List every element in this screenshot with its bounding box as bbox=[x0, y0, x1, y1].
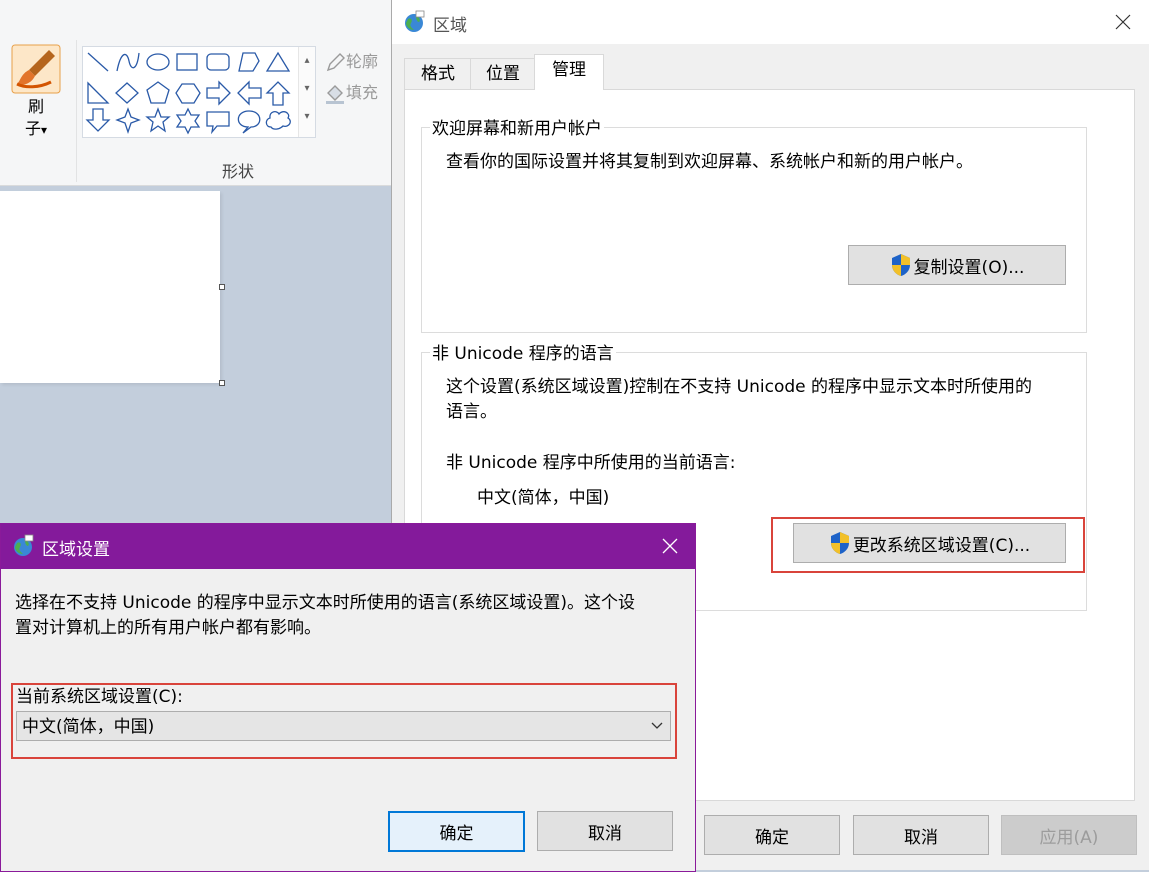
oval-shape-icon bbox=[146, 53, 170, 71]
pencil-icon bbox=[326, 52, 345, 71]
tab-formats[interactable]: 格式 bbox=[404, 58, 472, 89]
region-titlebar[interactable]: 区域 bbox=[392, 0, 1149, 44]
pentagon-shape-icon bbox=[146, 81, 170, 104]
brushes-label: 刷 子▾ bbox=[8, 96, 64, 141]
locale-description-line2: 置对计算机上的所有用户帐户都有影响。 bbox=[15, 618, 321, 638]
rounded-rectangle-shape-icon bbox=[206, 53, 230, 71]
hexagon-shape-icon bbox=[175, 83, 201, 104]
left-arrow-shape-icon bbox=[237, 80, 262, 106]
non-unicode-description-line1: 这个设置(系统区域设置)控制在不支持 Unicode 的程序中显示文本时所使用的 bbox=[446, 377, 1033, 397]
line-shape-icon bbox=[87, 52, 109, 72]
tab-location[interactable]: 位置 bbox=[470, 58, 536, 89]
locale-titlebar[interactable]: 区域设置 bbox=[1, 524, 695, 569]
uac-shield-icon bbox=[891, 254, 910, 276]
curve-shape-icon bbox=[116, 52, 140, 72]
canvas-resize-handle-corner[interactable] bbox=[219, 380, 225, 386]
five-point-star-shape-icon bbox=[145, 107, 171, 133]
locale-description: 选择在不支持 Unicode 的程序中显示文本时所使用的语言(系统区域设置)。这… bbox=[15, 591, 685, 641]
chevron-down-icon[interactable]: ▾ bbox=[41, 123, 47, 137]
close-icon[interactable] bbox=[1108, 8, 1138, 36]
paint-ribbon: 刷 子▾ ▴ ▾ ▾ 轮廓 填充 形状 bbox=[0, 0, 392, 186]
brushes-label-line2: 子 bbox=[24, 119, 41, 138]
copy-settings-button[interactable]: 复制设置(O)... bbox=[848, 245, 1066, 285]
locale-cancel-button[interactable]: 取消 bbox=[537, 811, 673, 851]
region-apply-button[interactable]: 应用(A) bbox=[1001, 815, 1137, 855]
welcome-group-title: 欢迎屏幕和新用户帐户 bbox=[430, 114, 604, 139]
system-locale-select[interactable]: 中文(简体，中国) bbox=[16, 711, 671, 741]
drawing-canvas[interactable] bbox=[0, 191, 220, 383]
region-dialog-title: 区域 bbox=[433, 16, 467, 36]
non-unicode-description: 这个设置(系统区域设置)控制在不支持 Unicode 的程序中显示文本时所使用的… bbox=[446, 375, 1032, 425]
paint-bucket-icon bbox=[326, 84, 344, 104]
canvas-resize-handle-right[interactable] bbox=[219, 284, 225, 290]
region-ok-button[interactable]: 确定 bbox=[704, 815, 840, 855]
right-arrow-shape-icon bbox=[206, 80, 231, 106]
tab-administrative[interactable]: 管理 bbox=[534, 54, 604, 90]
shapes-gallery[interactable]: ▴ ▾ ▾ bbox=[82, 46, 316, 138]
gallery-more-icon[interactable]: ▾ bbox=[299, 103, 315, 131]
scroll-down-icon[interactable]: ▾ bbox=[299, 75, 315, 103]
shapes-group-label: 形状 bbox=[222, 162, 255, 181]
cloud-callout-shape-icon bbox=[265, 111, 291, 130]
current-language-value: 中文(简体，中国) bbox=[477, 488, 610, 508]
uac-shield-icon bbox=[830, 532, 849, 554]
four-point-star-shape-icon bbox=[115, 107, 141, 135]
shape-fill-label: 填充 bbox=[346, 83, 379, 102]
system-locale-dialog: 区域设置 选择在不支持 Unicode 的程序中显示文本时所使用的语言(系统区域… bbox=[0, 523, 696, 872]
welcome-group-description: 查看你的国际设置并将其复制到欢迎屏幕、系统帐户和新的用户帐户。 bbox=[446, 152, 973, 172]
triangle-shape-icon bbox=[265, 51, 291, 72]
locale-ok-button[interactable]: 确定 bbox=[388, 811, 525, 852]
shape-outline-label: 轮廓 bbox=[346, 52, 379, 71]
current-language-label: 非 Unicode 程序中所使用的当前语言: bbox=[446, 453, 736, 473]
rectangle-shape-icon bbox=[176, 53, 198, 71]
right-triangle-shape-icon bbox=[87, 81, 110, 104]
down-arrow-shape-icon bbox=[85, 108, 111, 132]
locale-description-line1: 选择在不支持 Unicode 的程序中显示文本时所使用的语言(系统区域设置)。这… bbox=[15, 593, 636, 613]
ribbon-separator bbox=[76, 40, 77, 182]
change-system-locale-button[interactable]: 更改系统区域设置(C)... bbox=[793, 523, 1066, 563]
shape-fill-button[interactable]: 填充 bbox=[324, 79, 378, 105]
change-system-locale-label: 更改系统区域设置(C)... bbox=[852, 535, 1031, 556]
globe-icon bbox=[14, 534, 34, 556]
shape-outline-button[interactable]: 轮廓 bbox=[324, 48, 378, 74]
close-icon[interactable] bbox=[655, 532, 685, 560]
non-unicode-description-line2: 语言。 bbox=[446, 402, 497, 422]
copy-settings-label: 复制设置(O)... bbox=[913, 257, 1025, 278]
gallery-scrollbar[interactable]: ▴ ▾ ▾ bbox=[298, 47, 315, 137]
globe-icon bbox=[405, 10, 425, 32]
polygon-shape-icon bbox=[238, 52, 260, 72]
diamond-shape-icon bbox=[115, 82, 139, 104]
oval-callout-shape-icon bbox=[237, 110, 261, 134]
scroll-up-icon[interactable]: ▴ bbox=[299, 47, 315, 75]
welcome-screen-group: 欢迎屏幕和新用户帐户 查看你的国际设置并将其复制到欢迎屏幕、系统帐户和新的用户帐… bbox=[421, 114, 1087, 333]
brushes-button[interactable]: 刷 子▾ bbox=[8, 44, 64, 141]
brush-icon bbox=[11, 44, 61, 94]
chevron-down-icon[interactable] bbox=[650, 720, 664, 732]
non-unicode-group-title: 非 Unicode 程序的语言 bbox=[430, 339, 616, 364]
current-locale-label: 当前系统区域设置(C): bbox=[16, 687, 183, 707]
six-point-star-shape-icon bbox=[175, 107, 201, 135]
region-cancel-button[interactable]: 取消 bbox=[853, 815, 989, 855]
shapes-gallery-icons bbox=[85, 51, 291, 135]
rounded-callout-shape-icon bbox=[206, 111, 230, 135]
brushes-label-line1: 刷 bbox=[27, 97, 44, 116]
locale-dialog-title: 区域设置 bbox=[42, 540, 110, 560]
system-locale-selected-value: 中文(简体，中国) bbox=[22, 717, 155, 737]
up-arrow-shape-icon bbox=[265, 81, 291, 106]
